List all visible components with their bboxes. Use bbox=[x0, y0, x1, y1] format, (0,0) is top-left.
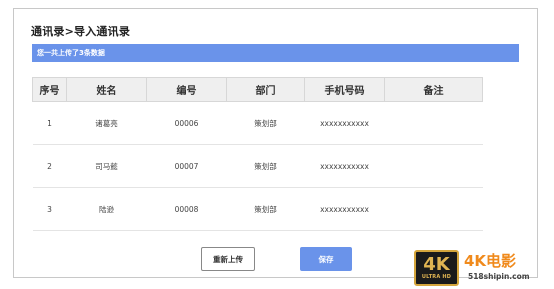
cell-id: 00006 bbox=[146, 101, 227, 145]
column-header-index: 序号 bbox=[32, 77, 67, 102]
cell-index: 1 bbox=[32, 101, 67, 145]
cell-phone: xxxxxxxxxxx bbox=[304, 144, 385, 188]
column-header-department: 部门 bbox=[226, 77, 305, 102]
cell-id: 00008 bbox=[146, 187, 227, 231]
cell-department: 策划部 bbox=[226, 101, 305, 145]
save-button[interactable]: 保存 bbox=[300, 247, 352, 271]
table-row: 1 诸葛亮 00006 策划部 xxxxxxxxxxx bbox=[32, 101, 483, 145]
column-header-phone: 手机号码 bbox=[304, 77, 385, 102]
import-contacts-dialog: 通讯录>导入通讯录 您一共上传了3条数据 序号 姓名 编号 部门 手机号码 备注… bbox=[13, 8, 538, 278]
upload-count-banner: 您一共上传了3条数据 bbox=[32, 44, 519, 62]
column-header-name: 姓名 bbox=[66, 77, 147, 102]
watermark-logo: 4K ULTRA HD bbox=[414, 250, 459, 286]
cell-name: 陆逊 bbox=[66, 187, 147, 231]
watermark-logo-text: 4K bbox=[423, 254, 450, 275]
cell-index: 2 bbox=[32, 144, 67, 188]
cell-id: 00007 bbox=[146, 144, 227, 188]
cell-phone: xxxxxxxxxxx bbox=[304, 187, 385, 231]
cell-index: 3 bbox=[32, 187, 67, 231]
cell-name: 司马懿 bbox=[66, 144, 147, 188]
watermark-brand: 4K电影 bbox=[464, 252, 517, 270]
reupload-button[interactable]: 重新上传 bbox=[201, 247, 255, 271]
page-title: 通讯录>导入通讯录 bbox=[31, 25, 131, 38]
cell-department: 策划部 bbox=[226, 187, 305, 231]
table-row: 3 陆逊 00008 策划部 xxxxxxxxxxx bbox=[32, 187, 483, 231]
cell-department: 策划部 bbox=[226, 144, 305, 188]
column-header-notes: 备注 bbox=[384, 77, 483, 102]
table-header-row: 序号 姓名 编号 部门 手机号码 备注 bbox=[32, 77, 483, 102]
watermark-logo-subtext: ULTRA HD bbox=[421, 274, 452, 280]
cell-notes bbox=[384, 144, 483, 188]
cell-notes bbox=[384, 187, 483, 231]
watermark-url: 518shipin.com bbox=[468, 272, 530, 281]
table-row: 2 司马懿 00007 策划部 xxxxxxxxxxx bbox=[32, 144, 483, 188]
contacts-table: 序号 姓名 编号 部门 手机号码 备注 1 诸葛亮 00006 策划部 xxxx… bbox=[32, 77, 483, 231]
cell-name: 诸葛亮 bbox=[66, 101, 147, 145]
column-header-id: 编号 bbox=[146, 77, 227, 102]
cell-phone: xxxxxxxxxxx bbox=[304, 101, 385, 145]
cell-notes bbox=[384, 101, 483, 145]
